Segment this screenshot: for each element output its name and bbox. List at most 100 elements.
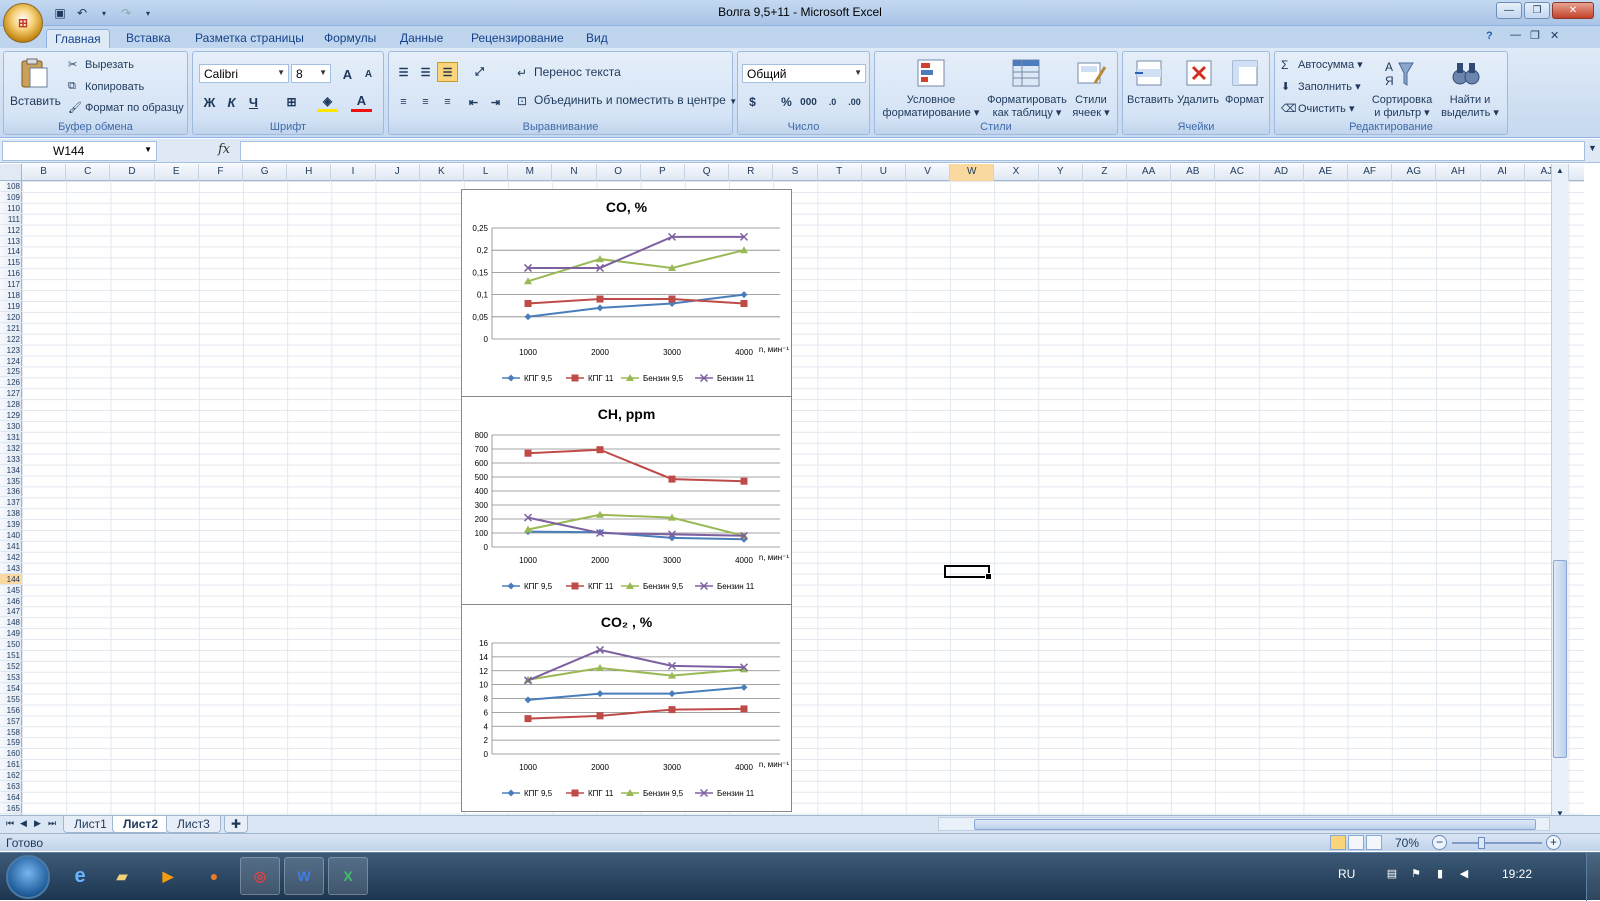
column-header-B[interactable]: B (22, 164, 67, 181)
workbook-close-icon[interactable]: ✕ (1550, 29, 1559, 42)
decrease-indent-icon[interactable]: ⇤ (463, 92, 484, 112)
page-break-view-icon[interactable] (1366, 835, 1382, 850)
format-cells-button[interactable]: Формат (1225, 94, 1264, 106)
column-header-U[interactable]: U (862, 164, 906, 181)
column-header-E[interactable]: E (155, 164, 199, 181)
row-header-164[interactable]: 164 (0, 792, 22, 803)
row-header-132[interactable]: 132 (0, 443, 22, 454)
tab-page-layout[interactable]: Разметка страницы (187, 29, 312, 48)
workbook-minimize-icon[interactable]: — (1510, 29, 1521, 41)
find-select-button[interactable]: Найти и выделить ▾ (1439, 94, 1501, 119)
sort-filter-button[interactable]: Сортировка и фильтр ▾ (1369, 94, 1435, 119)
row-header-112[interactable]: 112 (0, 225, 22, 236)
column-header-W[interactable]: W (950, 164, 995, 181)
row-header-154[interactable]: 154 (0, 683, 22, 694)
conditional-formatting-icon[interactable] (915, 57, 947, 89)
row-header-149[interactable]: 149 (0, 628, 22, 640)
column-header-H[interactable]: H (287, 164, 332, 181)
row-header-126[interactable]: 126 (0, 377, 22, 389)
align-bottom-icon[interactable]: ☰ (437, 62, 458, 82)
row-header-118[interactable]: 118 (0, 290, 22, 302)
row-header-135[interactable]: 135 (0, 476, 22, 487)
orientation-icon[interactable]: ⤢ (469, 62, 490, 82)
column-header-J[interactable]: J (376, 164, 420, 181)
column-header-C[interactable]: C (66, 164, 111, 181)
percent-button[interactable]: % (776, 92, 797, 112)
close-button[interactable]: ✕ (1552, 2, 1594, 19)
column-header-P[interactable]: P (641, 164, 685, 181)
excel-icon[interactable]: X (328, 857, 368, 895)
column-header-AB[interactable]: AB (1171, 164, 1216, 181)
power-icon[interactable]: ▮ (1433, 867, 1447, 881)
autosum-button[interactable]: Σ Автосумма ▾ (1281, 58, 1363, 72)
folder-icon[interactable]: ▰ (102, 857, 142, 895)
zoom-slider-thumb[interactable] (1478, 837, 1485, 849)
formula-input[interactable] (240, 141, 1585, 161)
column-header-Y[interactable]: Y (1039, 164, 1083, 181)
insert-cells-icon[interactable] (1133, 57, 1165, 89)
select-all-corner[interactable] (0, 164, 22, 181)
increase-indent-icon[interactable]: ⇥ (485, 92, 506, 112)
clear-button[interactable]: ⌫Очистить ▾ (1281, 102, 1354, 116)
tab-insert[interactable]: Вставка (118, 29, 179, 48)
internet-explorer-icon[interactable]: e (60, 857, 100, 895)
expand-formula-icon[interactable]: ▼ (1588, 143, 1597, 153)
sheet-tab-1[interactable]: Лист1 (63, 816, 118, 833)
row-header-143[interactable]: 143 (0, 563, 22, 574)
row-header-140[interactable]: 140 (0, 530, 22, 542)
zoom-in-icon[interactable]: + (1546, 835, 1561, 850)
column-header-G[interactable]: G (243, 164, 288, 181)
tab-home[interactable]: Главная (46, 29, 110, 48)
align-left-icon[interactable]: ≡ (393, 92, 414, 112)
opera-icon[interactable]: ◎ (240, 857, 280, 895)
media-player-icon[interactable]: ▶ (148, 857, 188, 895)
row-header-110[interactable]: 110 (0, 203, 22, 214)
row-header-137[interactable]: 137 (0, 497, 22, 509)
row-header-145[interactable]: 145 (0, 585, 22, 596)
column-header-R[interactable]: R (729, 164, 774, 181)
cut-button[interactable]: ✂ Вырезать (68, 58, 134, 72)
grow-font-icon[interactable]: A (337, 64, 358, 84)
column-header-M[interactable]: M (508, 164, 553, 181)
insert-cells-button[interactable]: Вставить (1127, 94, 1174, 106)
chart-co[interactable]: CO, % 0 0,05 0,1 0,15 0,2 0,25 1000 2000 3000 4000… (461, 189, 792, 397)
tab-data[interactable]: Данные (392, 29, 451, 48)
row-header-153[interactable]: 153 (0, 672, 22, 683)
row-header-157[interactable]: 157 (0, 716, 22, 727)
format-cells-icon[interactable] (1229, 57, 1261, 89)
row-header-121[interactable]: 121 (0, 323, 22, 334)
column-header-AF[interactable]: AF (1348, 164, 1393, 181)
tab-formulas[interactable]: Формулы (316, 29, 384, 48)
row-header-144[interactable]: 144 (0, 573, 22, 585)
column-header-AG[interactable]: AG (1392, 164, 1437, 181)
row-header-123[interactable]: 123 (0, 345, 22, 356)
minimize-button[interactable]: — (1496, 2, 1522, 19)
column-header-AD[interactable]: AD (1260, 164, 1304, 181)
row-header-124[interactable]: 124 (0, 356, 22, 367)
paste-icon[interactable] (18, 58, 50, 90)
row-header-142[interactable]: 142 (0, 552, 22, 563)
network-icon[interactable]: ▤ (1385, 867, 1399, 881)
sort-filter-icon[interactable]: AЯ (1383, 57, 1415, 89)
column-header-F[interactable]: F (199, 164, 243, 181)
align-center-icon[interactable]: ≡ (415, 92, 436, 112)
chart-co2[interactable]: CO₂ , % 0 2 4 6 8 10 12 14 16 1000 2000 3000 4000 n, м… (461, 604, 792, 812)
start-button[interactable] (6, 855, 50, 899)
row-header-156[interactable]: 156 (0, 705, 22, 716)
column-header-O[interactable]: O (597, 164, 641, 181)
column-header-X[interactable]: X (994, 164, 1039, 181)
row-header-162[interactable]: 162 (0, 770, 22, 782)
row-header-128[interactable]: 128 (0, 399, 22, 411)
row-header-155[interactable]: 155 (0, 694, 22, 705)
row-header-150[interactable]: 150 (0, 639, 22, 651)
row-header-122[interactable]: 122 (0, 334, 22, 345)
format-as-table-icon[interactable] (1010, 57, 1042, 89)
align-right-icon[interactable]: ≡ (437, 92, 458, 112)
page-layout-view-icon[interactable] (1348, 835, 1364, 850)
column-header-D[interactable]: D (110, 164, 155, 181)
row-header-117[interactable]: 117 (0, 279, 22, 291)
first-sheet-icon[interactable]: ⏮ (6, 818, 14, 829)
scroll-up-icon[interactable]: ▲ (1556, 166, 1564, 175)
italic-button[interactable]: К (221, 92, 242, 112)
cells-area[interactable] (22, 181, 1584, 820)
